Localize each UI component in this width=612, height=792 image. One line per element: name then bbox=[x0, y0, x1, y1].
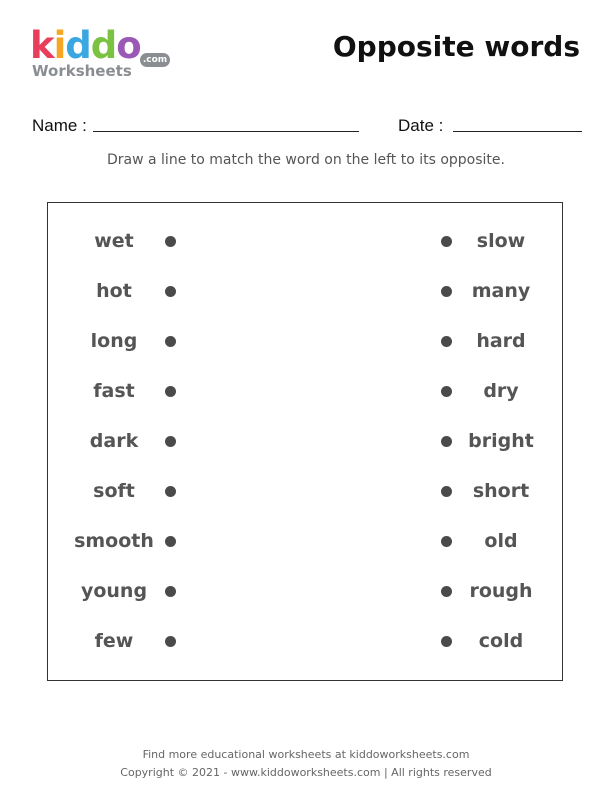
name-label: Name : bbox=[32, 116, 87, 135]
left-match-dot[interactable] bbox=[165, 386, 176, 397]
date-input-line[interactable] bbox=[453, 131, 582, 132]
logo-letter-d1: d bbox=[65, 24, 91, 67]
right-word: old bbox=[484, 530, 518, 552]
footer-line-1: Find more educational worksheets at kidd… bbox=[142, 748, 470, 761]
logo-worksheets-text: Worksheets bbox=[32, 62, 132, 80]
date-label: Date : bbox=[398, 116, 444, 135]
left-word: fast bbox=[93, 380, 135, 402]
left-match-dot[interactable] bbox=[165, 586, 176, 597]
left-match-dot[interactable] bbox=[165, 486, 176, 497]
kiddo-worksheets-logo: kiddo Worksheets .com bbox=[30, 26, 180, 86]
right-word: cold bbox=[478, 630, 524, 652]
page-title: Opposite words bbox=[332, 30, 580, 63]
right-word: dry bbox=[483, 380, 519, 402]
right-word: many bbox=[471, 280, 531, 302]
left-match-dot[interactable] bbox=[165, 286, 176, 297]
right-word: rough bbox=[469, 580, 533, 602]
left-match-dot[interactable] bbox=[165, 536, 176, 547]
left-word: few bbox=[94, 630, 134, 652]
footer-line-2: Copyright © 2021 - www.kiddoworksheets.c… bbox=[120, 766, 492, 779]
left-word: smooth bbox=[74, 530, 154, 552]
logo-letter-d2: d bbox=[90, 24, 117, 67]
logo-letter-i: i bbox=[53, 24, 67, 67]
left-word: young bbox=[80, 580, 148, 602]
left-word: dark bbox=[89, 430, 139, 452]
left-match-dot[interactable] bbox=[165, 236, 176, 247]
left-word: soft bbox=[93, 480, 135, 502]
right-word: bright bbox=[468, 430, 534, 452]
left-word: long bbox=[90, 330, 138, 352]
instructions: Draw a line to match the word on the lef… bbox=[107, 152, 505, 168]
left-match-dot[interactable] bbox=[165, 636, 176, 647]
left-match-dot[interactable] bbox=[165, 436, 176, 447]
logo-letter-o: o bbox=[116, 24, 141, 67]
right-word: slow bbox=[476, 230, 526, 252]
left-match-dot[interactable] bbox=[165, 336, 176, 347]
left-word: wet bbox=[94, 230, 134, 252]
right-word: short bbox=[472, 480, 530, 502]
name-input-line[interactable] bbox=[93, 131, 359, 132]
logo-com-badge: .com bbox=[140, 53, 170, 67]
left-word: hot bbox=[96, 280, 132, 302]
logo-wordmark: kiddo bbox=[30, 24, 142, 67]
logo-letter-k: k bbox=[30, 24, 55, 67]
right-word: hard bbox=[476, 330, 526, 352]
